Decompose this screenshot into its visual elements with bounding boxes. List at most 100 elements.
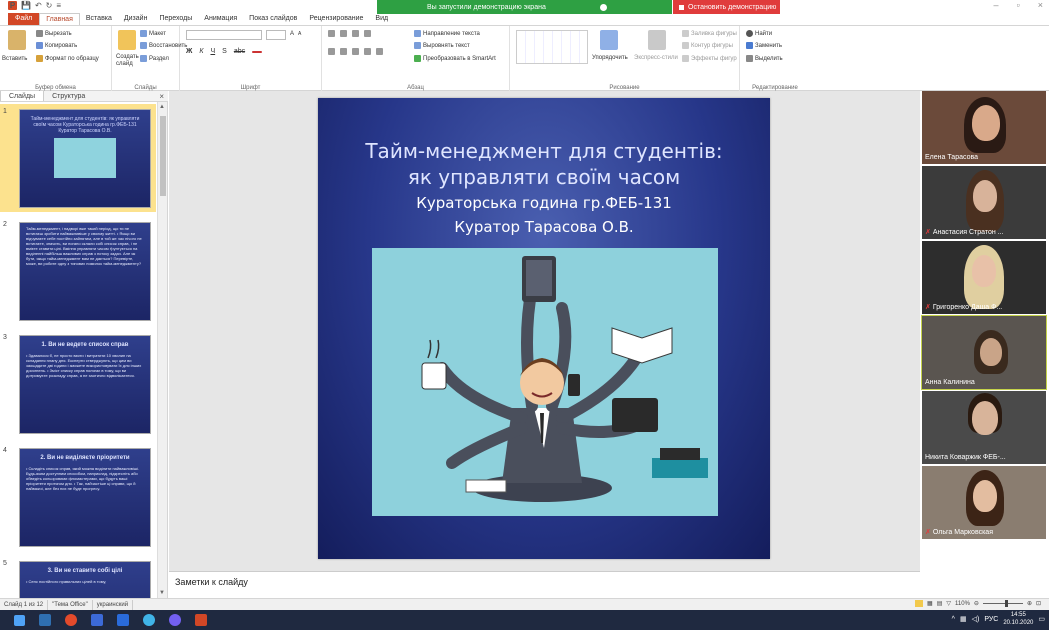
tab-slideshow[interactable]: Показ слайдов <box>243 13 303 25</box>
justify-icon[interactable] <box>364 48 371 55</box>
notes-pane[interactable]: Заметки к слайду <box>169 571 920 598</box>
replace-button[interactable]: Заменить <box>746 42 782 49</box>
zoom-slider-knob[interactable] <box>1004 600 1008 607</box>
tab-review[interactable]: Рецензирование <box>303 13 369 25</box>
new-slide-icon[interactable] <box>118 30 136 50</box>
zoom-app-icon[interactable] <box>117 614 129 626</box>
zoom-out-icon[interactable]: ⊖ <box>974 600 979 607</box>
section-button[interactable]: Раздел <box>140 55 169 62</box>
customize-icon[interactable]: ≡ <box>56 1 61 10</box>
slide-thumb-4[interactable]: 4 2. Ви не виділяєте пріоритети • Складі… <box>0 443 156 551</box>
format-painter-button[interactable]: Формат по образцу <box>36 55 99 62</box>
opera-icon[interactable] <box>65 614 77 626</box>
numbering-icon[interactable] <box>340 30 347 37</box>
slides-scrollbar[interactable]: ▲ ▼ <box>157 102 167 598</box>
cut-button[interactable]: Вырезать <box>36 30 72 37</box>
redo-icon[interactable]: ↻ <box>46 1 53 10</box>
keyboard-language[interactable]: РУС <box>984 616 998 623</box>
fit-slide-icon[interactable]: ⊡ <box>1036 600 1041 607</box>
normal-view-icon[interactable] <box>915 600 924 607</box>
powerpoint-taskbar-icon[interactable] <box>195 614 207 626</box>
smartart-button[interactable]: Преобразовать в SmartArt <box>414 55 496 62</box>
tab-transitions[interactable]: Переходы <box>153 13 198 25</box>
font-color-icon[interactable] <box>252 50 263 53</box>
copy-button[interactable]: Копировать <box>36 42 77 49</box>
explorer-icon[interactable] <box>39 614 51 626</box>
tab-slides[interactable]: Слайды <box>0 91 45 101</box>
font-shrink-button[interactable]: A <box>298 31 301 37</box>
strike-button[interactable]: abc <box>234 48 245 55</box>
quick-styles-icon[interactable] <box>648 30 666 50</box>
shape-fill-button[interactable]: Заливка фигуры <box>682 30 737 37</box>
start-icon[interactable] <box>14 614 25 626</box>
shadow-button[interactable]: S <box>222 48 227 55</box>
select-button[interactable]: Выделить <box>746 55 783 62</box>
zoom-level[interactable]: 110% <box>955 601 970 607</box>
slide-thumb-3[interactable]: 3 1. Ви не ведете список справ • Здавало… <box>0 330 156 438</box>
participant-video[interactable]: ✗ Анастасия Стратон ... <box>922 166 1046 239</box>
tab-design[interactable]: Дизайн <box>118 13 154 25</box>
font-size-select[interactable] <box>266 30 286 40</box>
font-grow-button[interactable]: A <box>290 31 294 37</box>
outdent-icon[interactable] <box>364 30 371 37</box>
tab-insert[interactable]: Вставка <box>80 13 118 25</box>
tab-home[interactable]: Главная <box>39 13 80 25</box>
current-slide[interactable]: Тайм-менеджмент для студентів: як управл… <box>318 98 770 559</box>
columns-icon[interactable] <box>376 48 383 55</box>
paste-icon[interactable] <box>8 30 26 50</box>
participant-video[interactable]: ✗ Ольга Марковская <box>922 466 1046 539</box>
zoom-slider[interactable] <box>982 600 1023 607</box>
stop-share-button[interactable]: Остановить демонстрацию <box>672 0 780 14</box>
tab-animation[interactable]: Анимация <box>198 13 243 25</box>
shapes-gallery[interactable] <box>516 30 588 64</box>
slide-title[interactable]: Тайм-менеджмент для студентів: як управл… <box>318 138 770 190</box>
italic-button[interactable]: К <box>199 48 203 55</box>
scroll-up-icon[interactable]: ▲ <box>159 104 165 110</box>
slide-thumb-5[interactable]: 5 3. Ви не ставите собі цілі • Сенс пост… <box>0 556 156 598</box>
tab-view[interactable]: Вид <box>369 13 394 25</box>
language-indicator[interactable]: украинский <box>93 599 134 610</box>
reading-view-icon[interactable]: ▤ <box>937 600 943 607</box>
close-pane-icon[interactable]: × <box>159 92 164 101</box>
align-text-button[interactable]: Выровнять текст <box>414 42 470 49</box>
participant-video[interactable]: Анна Калинина <box>921 315 1047 390</box>
word-icon[interactable] <box>91 614 103 626</box>
font-name-select[interactable] <box>186 30 262 40</box>
scroll-thumb[interactable] <box>160 116 166 196</box>
tray-arrow-icon[interactable]: ^ <box>952 616 955 623</box>
shape-outline-button[interactable]: Контур фигуры <box>682 42 733 49</box>
minimize-icon[interactable]: – <box>994 0 999 10</box>
quick-styles-button[interactable]: Экспресс-стили <box>634 55 678 61</box>
bullets-icon[interactable] <box>328 30 335 37</box>
find-button[interactable]: Найти <box>746 30 772 37</box>
shape-effects-button[interactable]: Эффекты фигур <box>682 55 737 62</box>
multitasking-illustration[interactable] <box>372 248 718 516</box>
bold-button[interactable]: Ж <box>186 48 192 55</box>
save-icon[interactable]: 💾 <box>21 1 31 10</box>
slide-thumb-1[interactable]: 1 Тайм-менеджмент для студентів: як упра… <box>0 104 156 212</box>
scroll-down-icon[interactable]: ▼ <box>159 590 165 596</box>
slide-thumb-2[interactable]: 2 Тайм-менеджмент, і надворі вже такий п… <box>0 217 156 325</box>
align-right-icon[interactable] <box>352 48 359 55</box>
clock[interactable]: 14:55 20.10.2020 <box>1003 611 1033 627</box>
text-direction-button[interactable]: Направление текста <box>414 30 480 37</box>
arrange-button[interactable]: Упорядочить <box>592 55 628 61</box>
zoom-in-icon[interactable]: ⊕ <box>1027 600 1032 607</box>
undo-icon[interactable]: ↶ <box>35 1 42 10</box>
layout-button[interactable]: Макет <box>140 30 166 37</box>
network-icon[interactable]: ▦ <box>960 615 967 623</box>
underline-button[interactable]: Ч <box>210 48 215 55</box>
participant-video[interactable]: Никита Коваржик ФЕБ-... <box>922 391 1046 464</box>
slide-subtitle-1[interactable]: Кураторська година гр.ФЕБ-131 <box>318 194 770 212</box>
arrange-icon[interactable] <box>600 30 618 50</box>
chrome-icon[interactable] <box>143 614 155 626</box>
tab-file[interactable]: Файл <box>8 13 40 25</box>
indent-icon[interactable] <box>352 30 359 37</box>
notifications-icon[interactable]: ▭ <box>1038 615 1045 623</box>
tab-outline[interactable]: Структура <box>44 91 93 101</box>
paste-button[interactable]: Вставить <box>2 56 27 62</box>
viber-icon[interactable] <box>169 614 181 626</box>
participant-video[interactable]: Елена Тарасова <box>922 91 1046 164</box>
align-left-icon[interactable] <box>328 48 335 55</box>
maximize-icon[interactable]: ▫ <box>1017 0 1020 10</box>
